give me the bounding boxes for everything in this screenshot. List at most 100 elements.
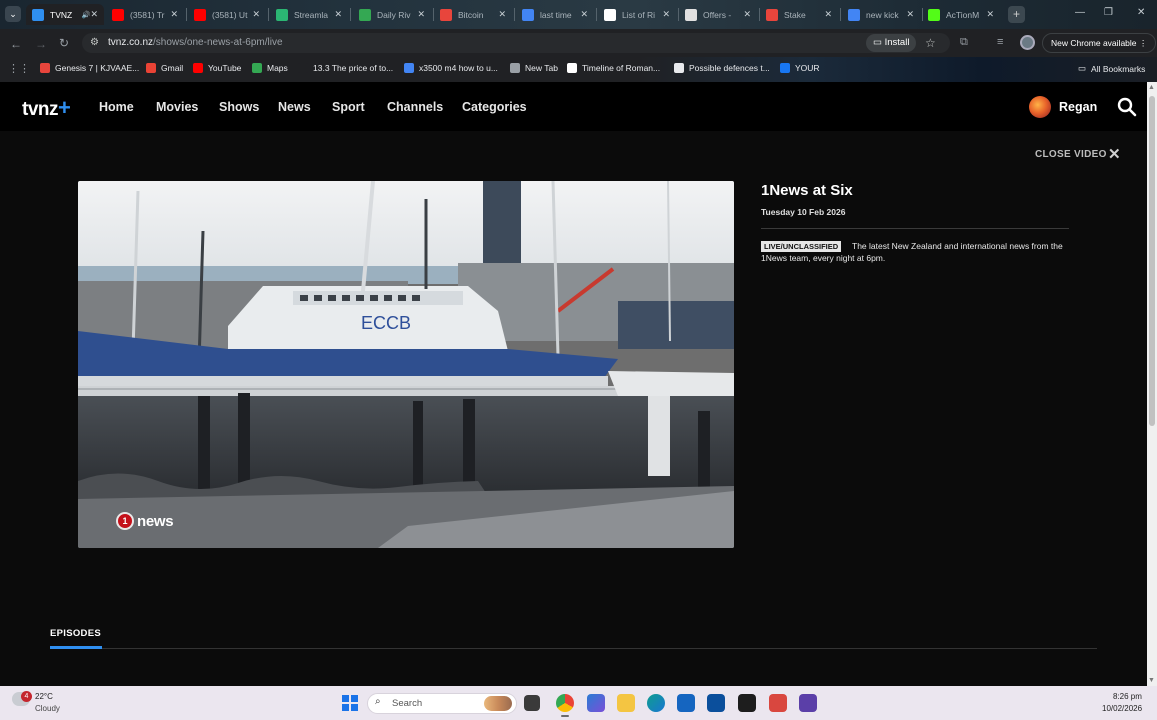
chrome-icon[interactable] [556,694,574,712]
back-icon[interactable]: ← [10,37,22,51]
close-tab-icon[interactable]: ✕ [662,9,670,20]
extensions-icon[interactable]: ⧉ [960,36,968,49]
tab-title: AcTionM [946,9,980,20]
file-explorer-icon[interactable] [617,694,635,712]
close-tab-icon[interactable]: ✕ [417,9,425,20]
scroll-up-icon[interactable]: ▲ [1148,84,1155,91]
tab-separator [268,8,269,21]
windows-start-icon[interactable] [342,695,358,711]
bookmark-label: 13.3 The price of to... [313,63,394,73]
tab-favicon-icon [194,8,206,21]
update-chrome-button[interactable]: New Chrome available ⋮ [1042,33,1157,53]
bookmark-item[interactable]: Maps [252,63,288,73]
tab-title: (3581) Ut [212,9,248,20]
bookmark-favicon-icon [252,63,262,73]
restore-icon[interactable]: ❐ [1104,7,1113,18]
nav-sport[interactable]: Sport [332,100,365,114]
taskbar-search-placeholder[interactable]: Search [392,698,422,709]
site-info-icon[interactable]: ⚙ [90,37,99,48]
clock-date[interactable]: 10/02/2026 [1102,704,1142,713]
bookmark-item[interactable]: New Tab [510,63,558,73]
close-video-button[interactable]: CLOSE VIDEO [1035,149,1107,160]
nav-shows[interactable]: Shows [219,100,259,114]
tab-favicon-icon [685,8,697,21]
bookmark-item[interactable]: YouTube [193,63,241,73]
app-icon[interactable] [799,694,817,712]
nav-categories[interactable]: Categories [462,100,527,114]
tab-search-button[interactable]: ⌄ [5,6,21,22]
bookmark-label: Timeline of Roman... [582,63,661,73]
close-tab-icon[interactable]: ✕ [580,9,588,20]
forward-icon[interactable]: → [35,37,47,51]
video-frame: ECCB [78,181,734,548]
video-player[interactable]: ECCB [78,181,734,548]
close-tab-icon[interactable]: ✕ [90,9,98,20]
browser-tab[interactable]: Streamla ✕ [270,4,348,25]
edge-icon[interactable] [647,694,665,712]
task-view-icon[interactable] [524,695,540,711]
browser-tab[interactable]: AcTionM ✕ [922,4,1000,25]
bookmark-favicon-icon [567,63,577,73]
profile-avatar[interactable] [1020,35,1035,50]
url-text[interactable]: tvnz.co.nz/shows/one-news-at-6pm/live [108,37,283,48]
browser-tab[interactable]: (3581) Tr ✕ [106,4,184,25]
browser-tab[interactable]: Offers - ✕ [679,4,757,25]
tab-title: (3581) Tr [130,9,165,20]
bookmark-item[interactable]: Timeline of Roman... [567,63,660,73]
clock-time[interactable]: 8:26 pm [1113,692,1142,701]
close-tab-icon[interactable]: ✕ [824,9,832,20]
browser-tab[interactable]: Stake ✕ [760,4,838,25]
scroll-down-icon[interactable]: ▼ [1148,677,1155,684]
tab-title: new kick [866,9,899,20]
nav-movies[interactable]: Movies [156,100,198,114]
tab-episodes[interactable]: EPISODES [50,628,101,639]
close-tab-icon[interactable]: ✕ [498,9,506,20]
close-tab-icon[interactable]: ✕ [252,9,260,20]
scrollbar-thumb[interactable] [1149,96,1155,426]
media-app-icon[interactable] [738,694,756,712]
apps-grid-icon[interactable]: ⋮⋮ [8,62,30,75]
media-controls-icon[interactable]: ≡ [997,36,1003,48]
new-tab-button[interactable]: + [1008,6,1025,23]
bookmark-item[interactable]: 13.3 The price of to... [298,63,393,73]
bookmark-item[interactable]: x3500 m4 how to u... [404,63,498,73]
install-app-button[interactable]: ▭ Install [866,34,917,52]
close-icon[interactable]: ✕ [1108,145,1121,163]
browser-tab[interactable]: Bitcoin ✕ [434,4,512,25]
weather-temperature[interactable]: 22°C [35,692,53,701]
reload-icon[interactable]: ↻ [59,36,69,50]
close-window-icon[interactable]: ✕ [1137,7,1145,18]
tab-title: Bitcoin [458,9,484,20]
snipping-tool-icon[interactable] [769,694,787,712]
minimize-icon[interactable]: — [1075,7,1085,18]
close-tab-icon[interactable]: ✕ [334,9,342,20]
nav-channels[interactable]: Channels [387,100,443,114]
bookmark-star-icon[interactable]: ☆ [925,36,936,50]
browser-tab[interactable]: new kick ✕ [842,4,920,25]
nav-news[interactable]: News [278,100,311,114]
browser-tab[interactable]: (3581) Ut ✕ [188,4,266,25]
browser-tab[interactable]: last time ✕ [516,4,594,25]
browser-tab[interactable]: TVNZ 🔊 ✕ [26,4,104,25]
audio-playing-icon[interactable]: 🔊 [82,11,91,19]
close-tab-icon[interactable]: ✕ [986,9,994,20]
weather-condition[interactable]: Cloudy [35,704,60,713]
user-name[interactable]: Regan [1059,100,1097,114]
browser-tab[interactable]: List of Ri ✕ [598,4,676,25]
tvnz-logo[interactable]: tvnz+ [22,95,71,121]
browser-tab[interactable]: Daily Riv ✕ [353,4,431,25]
bookmark-item[interactable]: Genesis 7 | KJVAAE... [40,63,139,73]
copilot-icon[interactable] [587,694,605,712]
bookmark-item[interactable]: Gmail [146,63,183,73]
bookmark-item[interactable]: Possible defences t... [674,63,770,73]
outlook-icon[interactable] [677,694,695,712]
close-tab-icon[interactable]: ✕ [743,9,751,20]
close-tab-icon[interactable]: ✕ [170,9,178,20]
search-icon[interactable] [1117,97,1137,117]
bookmark-item[interactable]: YOUR [780,63,820,73]
store-icon[interactable] [707,694,725,712]
close-tab-icon[interactable]: ✕ [906,9,914,20]
all-bookmarks-button[interactable]: ▭ All Bookmarks [1078,63,1145,74]
user-avatar[interactable] [1029,96,1051,118]
nav-home[interactable]: Home [99,100,134,114]
